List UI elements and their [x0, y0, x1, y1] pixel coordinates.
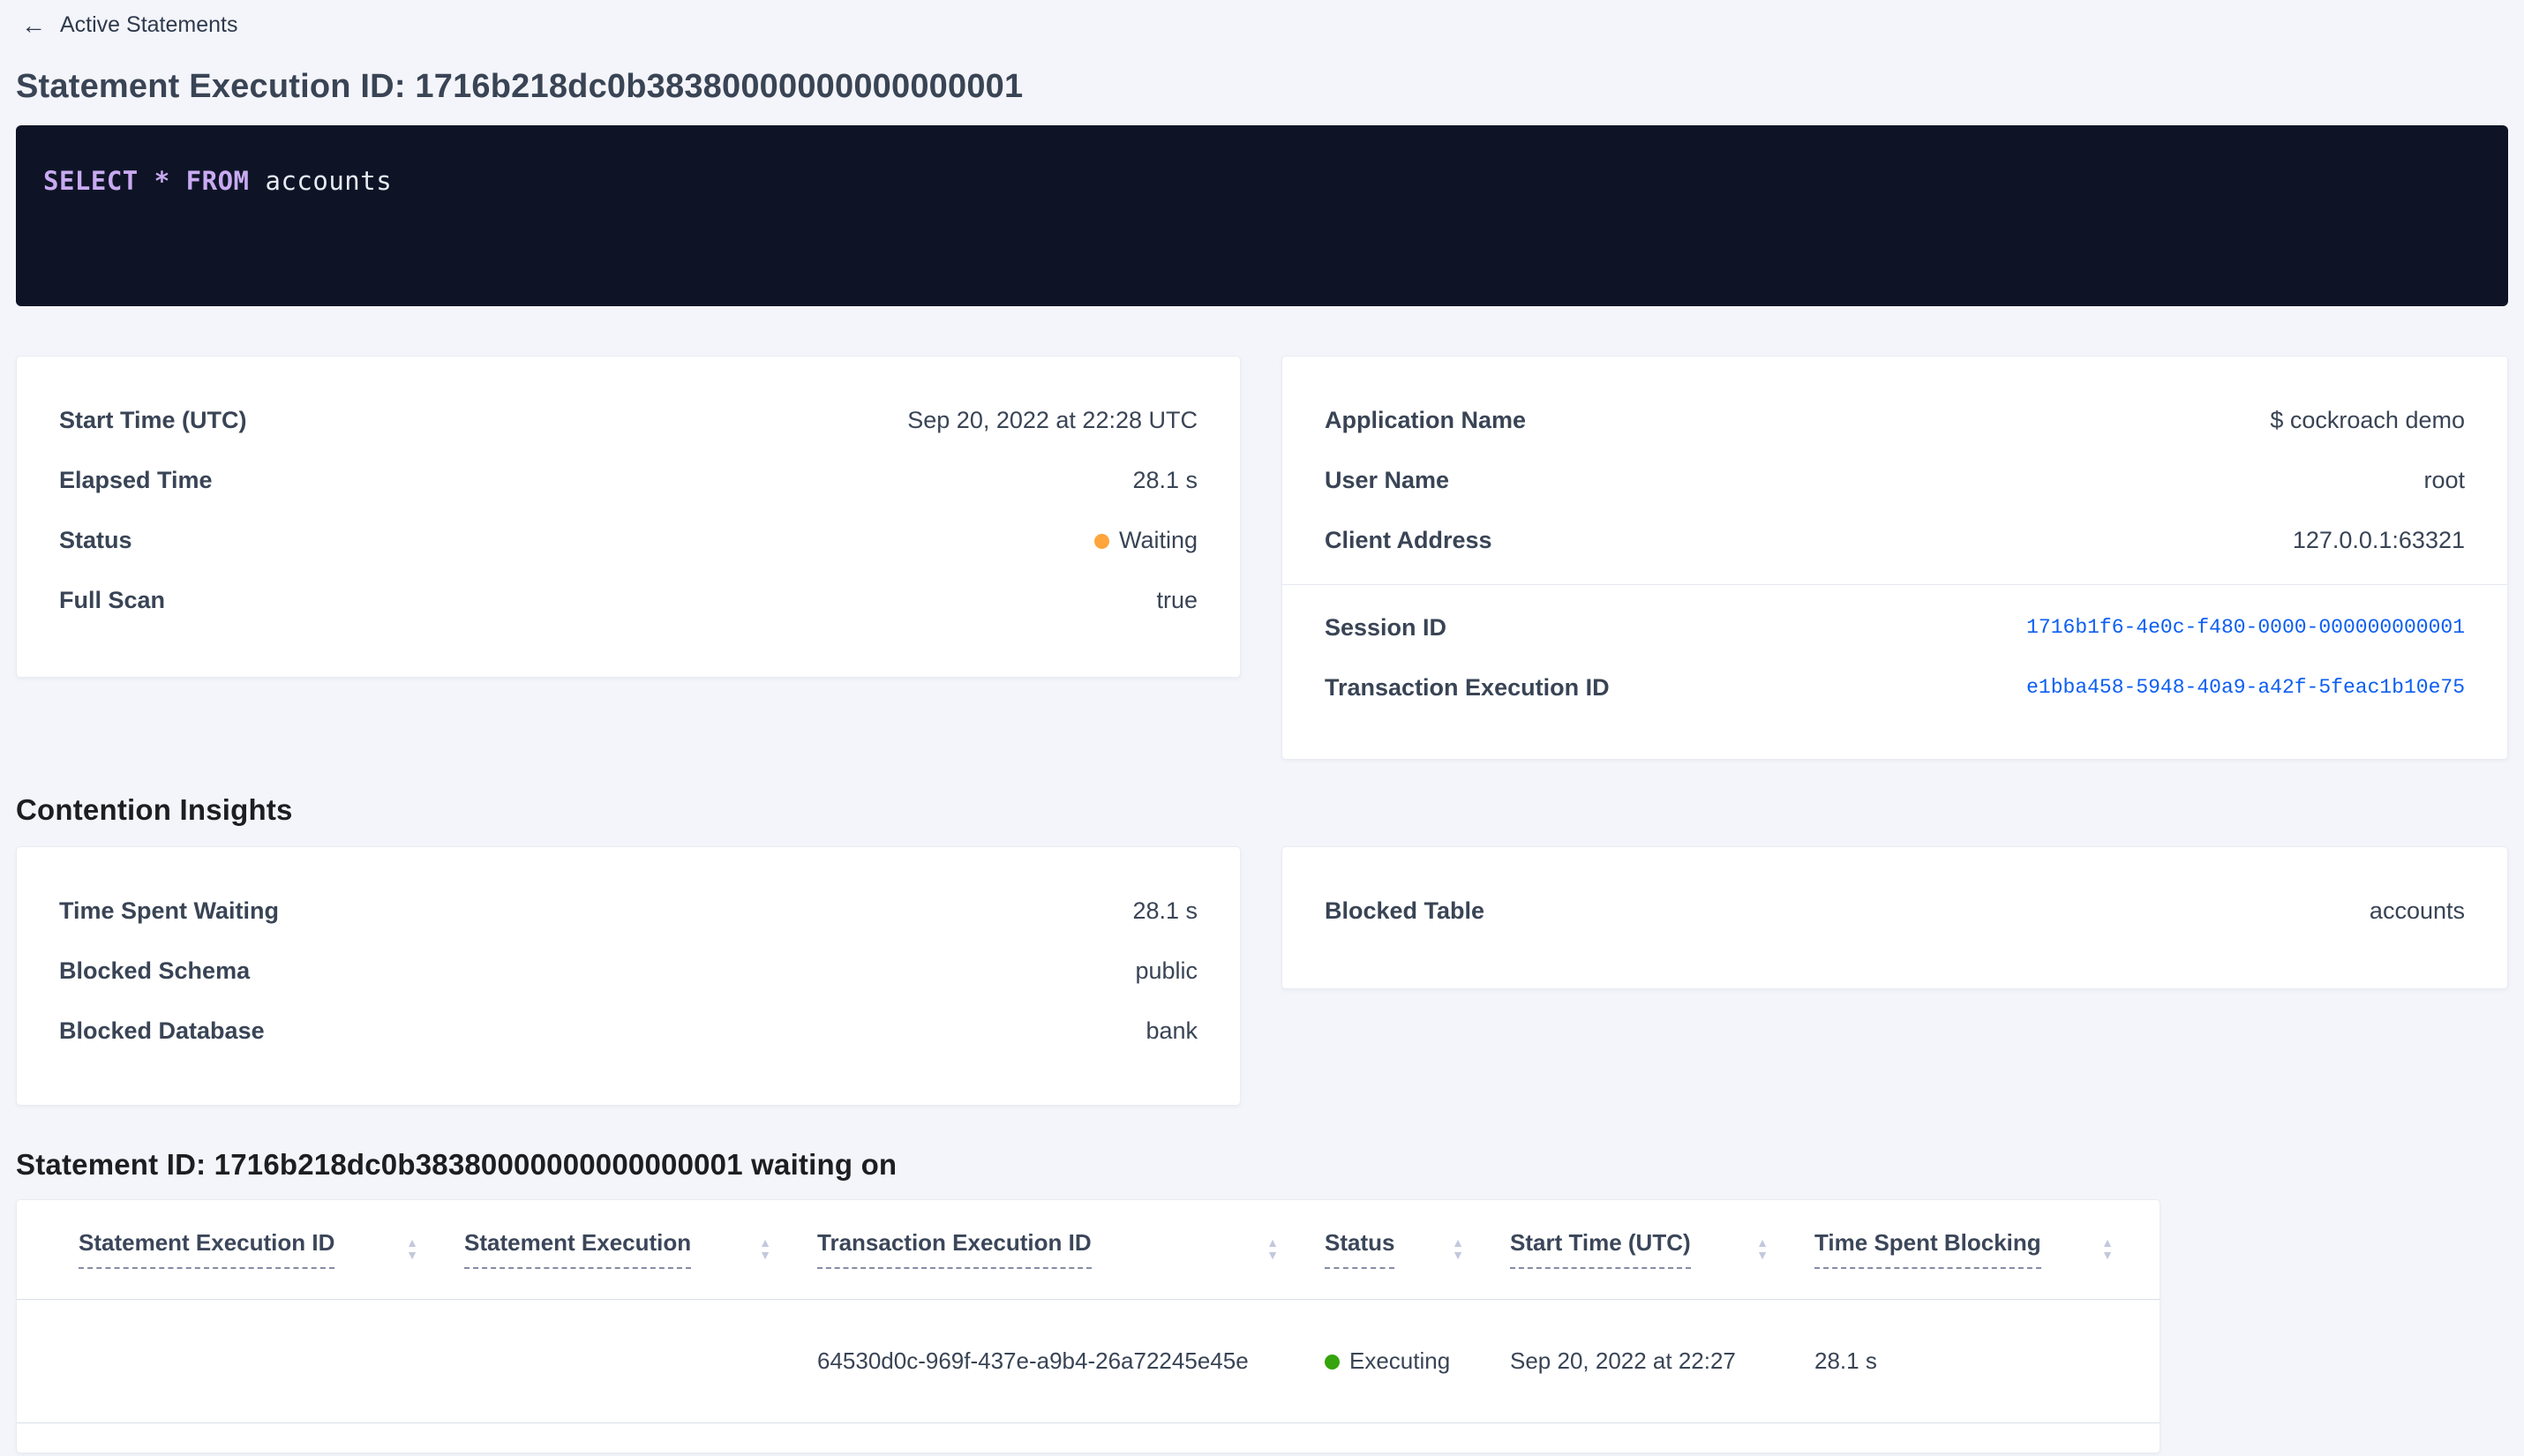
execution-details-card: Start Time (UTC) Sep 20, 2022 at 22:28 U… [16, 356, 1241, 678]
application-name-label: Application Name [1325, 406, 1527, 433]
blocked-table-row: Blocked Table accounts [1325, 881, 2465, 941]
sql-keyword: FROM [185, 166, 250, 196]
full-scan-row: Full Scan true [59, 570, 1198, 630]
start-time-label: Start Time (UTC) [59, 406, 247, 433]
start-time-value: Sep 20, 2022 at 22:28 UTC [907, 406, 1198, 433]
user-name-label: User Name [1325, 466, 1450, 493]
status-label: Status [59, 526, 132, 553]
transaction-execution-id-label: Transaction Execution ID [1325, 673, 1610, 701]
contention-insights-heading: Contention Insights [16, 793, 293, 826]
waiting-on-heading: Statement ID: 1716b218dc0b38380000000000… [16, 1148, 898, 1181]
time-spent-waiting-label: Time Spent Waiting [59, 897, 280, 924]
sql-table-name: accounts [265, 166, 393, 196]
transaction-execution-id-row: Transaction Execution ID e1bba458-5948-4… [1325, 657, 2465, 717]
session-id-link[interactable]: 1716b1f6-4e0c-f480-0000-000000000001 [2026, 616, 2465, 639]
executing-status-dot-icon [1325, 1354, 1340, 1370]
sort-icon[interactable]: ▲ ▼ [406, 1236, 418, 1261]
application-name-value: $ cockroach demo [2270, 406, 2465, 433]
cell-statement-execution-id [17, 1299, 464, 1423]
col-time-spent-blocking-label[interactable]: Time Spent Blocking [1814, 1229, 2041, 1270]
col-time-spent-blocking: Time Spent Blocking ▲ ▼ [1814, 1200, 2160, 1300]
full-scan-value: true [1156, 586, 1198, 613]
blocked-database-label: Blocked Database [59, 1017, 265, 1044]
elapsed-time-value: 28.1 s [1132, 466, 1198, 493]
blocked-table-value: accounts [2369, 897, 2465, 924]
col-start-time: Start Time (UTC) ▲ ▼ [1510, 1200, 1814, 1300]
cell-transaction-execution-id: 64530d0c-969f-437e-a9b4-26a72245e45e [817, 1299, 1325, 1423]
details-cards-row: Start Time (UTC) Sep 20, 2022 at 22:28 U… [16, 356, 2508, 760]
blocked-database-value: bank [1146, 1017, 1198, 1044]
transaction-execution-id-link[interactable]: e1bba458-5948-40a9-a42f-5feac1b10e75 [2026, 676, 2465, 699]
col-start-time-label[interactable]: Start Time (UTC) [1510, 1229, 1691, 1270]
waiting-on-table-card: Statement Execution ID ▲ ▼ Statement Exec… [16, 1199, 2160, 1453]
sql-statement-box: SELECT * FROM accounts [16, 125, 2508, 306]
blocked-schema-label: Blocked Schema [59, 957, 251, 984]
col-status: Status ▲ ▼ [1325, 1200, 1510, 1300]
time-spent-waiting-value: 28.1 s [1132, 897, 1198, 924]
col-status-label[interactable]: Status [1325, 1229, 1395, 1270]
cell-statement-execution [464, 1299, 817, 1423]
contention-cards-row: Time Spent Waiting 28.1 s Blocked Schema… [16, 846, 2508, 1106]
start-time-row: Start Time (UTC) Sep 20, 2022 at 22:28 U… [59, 390, 1198, 450]
status-badge: Waiting [1093, 526, 1198, 554]
back-arrow-icon: ← [21, 11, 46, 39]
elapsed-time-label: Elapsed Time [59, 466, 213, 493]
table-header-row: Statement Execution ID ▲ ▼ Statement Exec… [17, 1200, 2160, 1300]
elapsed-time-row: Elapsed Time 28.1 s [59, 450, 1198, 510]
session-details-card: Application Name $ cockroach demo User N… [1281, 356, 2508, 760]
sql-star: * [154, 166, 170, 196]
col-statement-execution: Statement Execution ▲ ▼ [464, 1200, 817, 1300]
user-name-row: User Name root [1325, 450, 2465, 510]
client-address-label: Client Address [1325, 526, 1492, 553]
col-statement-execution-id-label[interactable]: Statement Execution ID [79, 1229, 335, 1270]
page-title: Statement Execution ID: 1716b218dc0b3838… [16, 68, 1024, 105]
col-statement-execution-id: Statement Execution ID ▲ ▼ [17, 1200, 464, 1300]
sort-icon[interactable]: ▲ ▼ [1452, 1236, 1464, 1261]
session-id-row: Session ID 1716b1f6-4e0c-f480-0000-00000… [1325, 597, 2465, 657]
cell-start-time: Sep 20, 2022 at 22:27 [1510, 1299, 1814, 1423]
sort-icon[interactable]: ▲ ▼ [1266, 1236, 1279, 1261]
back-link[interactable]: ← Active Statements [21, 12, 237, 38]
statement-details-page: ← Active Statements Statement Execution … [0, 0, 2524, 1456]
cell-time-spent-blocking: 28.1 s [1814, 1299, 2160, 1423]
user-name-value: root [2423, 466, 2465, 493]
col-transaction-execution-id: Transaction Execution ID ▲ ▼ [817, 1200, 1325, 1300]
sql-keyword: SELECT [43, 166, 139, 196]
status-row: Status Waiting [59, 510, 1198, 570]
table-footer [17, 1423, 2160, 1452]
table-row: 64530d0c-969f-437e-a9b4-26a72245e45e Exe… [17, 1299, 2160, 1423]
sort-icon[interactable]: ▲ ▼ [759, 1236, 771, 1261]
time-spent-waiting-row: Time Spent Waiting 28.1 s [59, 881, 1198, 941]
full-scan-label: Full Scan [59, 586, 166, 613]
blocked-table-card: Blocked Table accounts [1281, 846, 2508, 989]
client-address-value: 127.0.0.1:63321 [2292, 526, 2465, 553]
blocked-database-row: Blocked Database bank [59, 1001, 1198, 1061]
col-transaction-execution-id-label[interactable]: Transaction Execution ID [817, 1229, 1092, 1270]
blocked-table-label: Blocked Table [1325, 897, 1485, 924]
col-statement-execution-label[interactable]: Statement Execution [464, 1229, 692, 1270]
contention-waiting-card: Time Spent Waiting 28.1 s Blocked Schema… [16, 846, 1241, 1106]
client-address-row: Client Address 127.0.0.1:63321 [1325, 510, 2465, 570]
status-value: Waiting [1118, 526, 1198, 553]
blocked-schema-value: public [1135, 957, 1198, 984]
session-id-label: Session ID [1325, 613, 1447, 641]
cell-status: Executing [1325, 1299, 1510, 1423]
application-name-row: Application Name $ cockroach demo [1325, 390, 2465, 450]
waiting-on-table: Statement Execution ID ▲ ▼ Statement Exec… [17, 1200, 2160, 1423]
cell-status-value: Executing [1349, 1347, 1451, 1374]
waiting-status-dot-icon [1093, 533, 1109, 549]
card-divider [1282, 584, 2507, 585]
back-link-label: Active Statements [60, 12, 238, 37]
sort-icon[interactable]: ▲ ▼ [2101, 1236, 2114, 1261]
sort-icon[interactable]: ▲ ▼ [1756, 1236, 1769, 1261]
blocked-schema-row: Blocked Schema public [59, 941, 1198, 1001]
